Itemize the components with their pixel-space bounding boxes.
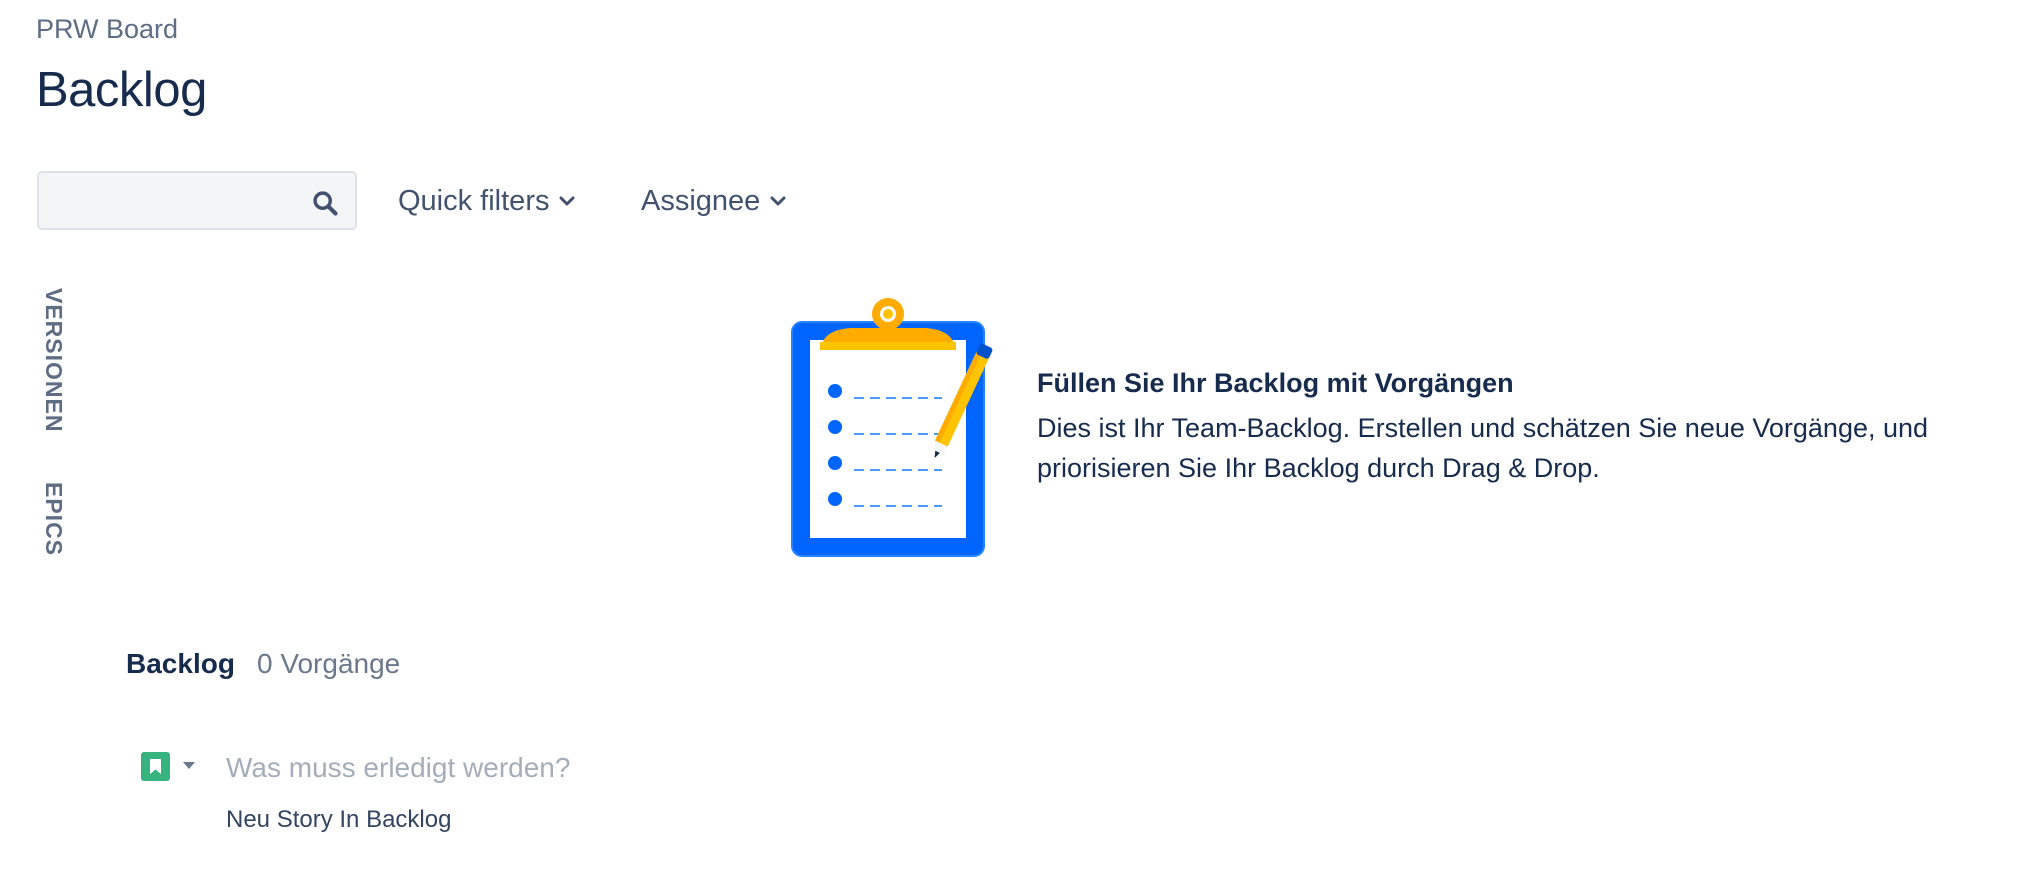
issue-type-dropdown-icon[interactable] bbox=[182, 760, 196, 770]
page-title: Backlog bbox=[36, 63, 207, 117]
assignee-filter-button[interactable]: Assignee bbox=[641, 178, 786, 224]
search-input[interactable] bbox=[49, 173, 303, 230]
backlog-issue-count: 0 Vorgänge bbox=[257, 648, 401, 679]
search-box[interactable] bbox=[37, 171, 357, 230]
quick-filters-button[interactable]: Quick filters bbox=[398, 178, 575, 224]
clipboard-checklist-illustration bbox=[791, 298, 993, 557]
create-story-suggestion[interactable]: Neu Story In Backlog bbox=[226, 806, 451, 834]
search-icon[interactable] bbox=[311, 189, 339, 217]
tab-versions[interactable]: VERSIONEN bbox=[40, 288, 67, 432]
story-icon[interactable] bbox=[141, 752, 170, 781]
breadcrumb[interactable]: PRW Board bbox=[36, 14, 178, 45]
backlog-title: Backlog bbox=[126, 648, 235, 679]
assignee-label: Assignee bbox=[641, 184, 761, 217]
tab-epics[interactable]: EPICS bbox=[40, 482, 67, 556]
empty-state-text: Dies ist Ihr Team-Backlog. Erstellen und… bbox=[1037, 413, 1929, 483]
chevron-down-icon bbox=[559, 196, 575, 206]
create-issue-input[interactable] bbox=[226, 748, 726, 788]
empty-state-heading: Füllen Sie Ihr Backlog mit Vorgängen bbox=[1037, 368, 1514, 398]
chevron-down-icon bbox=[770, 196, 786, 206]
quick-filters-label: Quick filters bbox=[398, 184, 550, 217]
